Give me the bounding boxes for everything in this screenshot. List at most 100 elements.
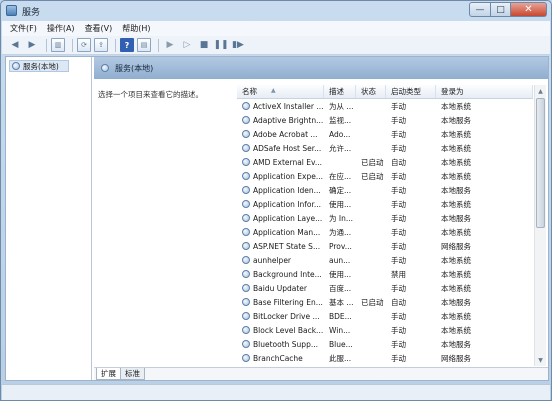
restart-service-icon[interactable]: ▮▶ bbox=[231, 38, 245, 52]
view-tabs: 扩展 标准 bbox=[94, 367, 548, 380]
service-startup-type: 手动 bbox=[391, 115, 406, 125]
properties-icon[interactable]: ▤ bbox=[137, 38, 151, 52]
service-description-cell: Prov... bbox=[329, 241, 352, 251]
stop-service-icon[interactable]: ■ bbox=[197, 38, 211, 52]
service-startup-type: 手动 bbox=[391, 353, 406, 363]
service-description-cell: 此服... bbox=[329, 353, 352, 363]
service-startup-type: 自动 bbox=[391, 297, 406, 307]
table-row[interactable]: aunhelper aun... 手动 本地系统 bbox=[237, 253, 533, 267]
table-row[interactable]: Adaptive Brightn... 监视... 手动 本地服务 bbox=[237, 113, 533, 127]
service-log-on-as: 本地系统 bbox=[441, 101, 471, 111]
service-name: Bluetooth Supp... bbox=[237, 340, 324, 349]
table-body: ActiveX Installer ... 为从 ... 手动 本地系统 Adaptiv… bbox=[237, 99, 533, 365]
service-description-cell: 为从 ... bbox=[329, 101, 354, 111]
table-row[interactable]: ActiveX Installer ... 为从 ... 手动 本地系统 bbox=[237, 99, 533, 113]
table-row[interactable]: Base Filtering En... 基本 ... 已启动 自动 本地服务 bbox=[237, 295, 533, 309]
service-log-on-as: 本地服务 bbox=[441, 339, 471, 349]
sort-ascending-icon: ▲ bbox=[271, 87, 276, 94]
menu-file[interactable]: 文件(F) bbox=[10, 23, 37, 34]
service-log-on-as: 本地系统 bbox=[441, 143, 471, 153]
service-description-cell: 监视... bbox=[329, 115, 352, 125]
service-description-cell: 基本 ... bbox=[329, 297, 354, 307]
close-button[interactable]: ✕ bbox=[511, 2, 547, 17]
service-startup-type: 手动 bbox=[391, 311, 406, 321]
table-row[interactable]: Application Man... 为通... 手动 本地系统 bbox=[237, 225, 533, 239]
service-description-cell: 允许... bbox=[329, 143, 352, 153]
tree-node-services-local[interactable]: 服务(本地) bbox=[9, 60, 69, 72]
toolbar-separator bbox=[46, 38, 47, 52]
column-header-startup-type[interactable]: 启动类型 bbox=[386, 85, 436, 98]
maximize-button[interactable]: □ bbox=[491, 2, 511, 17]
start-service-icon[interactable]: ▶ bbox=[163, 38, 177, 52]
service-log-on-as: 本地服务 bbox=[441, 213, 471, 223]
menu-view[interactable]: 查看(V) bbox=[85, 23, 113, 34]
table-row[interactable]: BitLocker Drive ... BDE... 手动 本地系统 bbox=[237, 309, 533, 323]
column-header-status[interactable]: 状态 bbox=[356, 85, 386, 98]
table-row[interactable]: Application Infor... 使用... 手动 本地系统 bbox=[237, 197, 533, 211]
table-row[interactable]: Bluetooth Supp... Blue... 手动 本地服务 bbox=[237, 337, 533, 351]
service-gear-icon bbox=[242, 256, 250, 264]
service-startup-type: 手动 bbox=[391, 213, 406, 223]
table-row[interactable]: Background Inte... 使用... 禁用 本地系统 bbox=[237, 267, 533, 281]
vertical-scrollbar[interactable]: ▲ ▼ bbox=[534, 85, 546, 366]
column-header-log-on-as[interactable]: 登录为 bbox=[436, 85, 533, 98]
service-gear-icon bbox=[242, 144, 250, 152]
service-gear-icon bbox=[242, 116, 250, 124]
service-description-cell: Blue... bbox=[329, 339, 353, 349]
service-gear-icon bbox=[242, 186, 250, 194]
service-gear-icon bbox=[242, 172, 250, 180]
service-startup-type: 手动 bbox=[391, 255, 406, 265]
table-row[interactable]: Adobe Acrobat ... Ado... 手动 本地系统 bbox=[237, 127, 533, 141]
status-bar bbox=[2, 384, 550, 400]
service-name: Background Inte... bbox=[237, 270, 324, 279]
service-gear-icon bbox=[242, 228, 250, 236]
service-status: 已启动 bbox=[361, 157, 384, 167]
table-row[interactable]: BranchCache 此服... 手动 网络服务 bbox=[237, 351, 533, 365]
services-app-icon bbox=[6, 5, 17, 16]
show-hide-console-tree-icon[interactable]: ▥ bbox=[51, 38, 65, 52]
service-name: Base Filtering En... bbox=[237, 298, 324, 307]
service-name: AMD External Ev... bbox=[237, 158, 324, 167]
start-service-alt-icon[interactable]: ▷ bbox=[180, 38, 194, 52]
scroll-up-icon[interactable]: ▲ bbox=[535, 85, 546, 97]
service-log-on-as: 本地系统 bbox=[441, 255, 471, 265]
back-arrow-icon[interactable]: ◀ bbox=[8, 38, 22, 52]
service-log-on-as: 本地系统 bbox=[441, 311, 471, 321]
pause-service-icon[interactable]: ❚❚ bbox=[213, 38, 228, 52]
service-name: Application Infor... bbox=[237, 200, 324, 209]
service-description-cell: 为通... bbox=[329, 227, 352, 237]
panel-header-title: 服务(本地) bbox=[115, 63, 154, 73]
service-description-cell: 使用... bbox=[329, 199, 352, 209]
column-header-name[interactable]: 名称 ▲ bbox=[237, 85, 324, 98]
maximize-icon: □ bbox=[496, 4, 505, 15]
table-row[interactable]: Baidu Updater 百度... 手动 本地系统 bbox=[237, 281, 533, 295]
service-description-cell: 确定... bbox=[329, 185, 352, 195]
table-header: 名称 ▲ 描述 状态 启动类型 登录为 bbox=[237, 85, 533, 99]
tab-standard[interactable]: 标准 bbox=[120, 368, 145, 380]
table-row[interactable]: Application Iden... 确定... 手动 本地服务 bbox=[237, 183, 533, 197]
table-row[interactable]: ASP.NET State S... Prov... 手动 网络服务 bbox=[237, 239, 533, 253]
forward-arrow-icon[interactable]: ▶ bbox=[25, 38, 39, 52]
close-icon: ✕ bbox=[524, 4, 533, 15]
column-header-description[interactable]: 描述 bbox=[324, 85, 356, 98]
refresh-icon[interactable]: ⟳ bbox=[77, 38, 91, 52]
service-startup-type: 手动 bbox=[391, 283, 406, 293]
service-log-on-as: 本地服务 bbox=[441, 297, 471, 307]
service-gear-icon bbox=[242, 284, 250, 292]
table-row[interactable]: Block Level Back... Win... 手动 本地系统 bbox=[237, 323, 533, 337]
scrollbar-thumb[interactable] bbox=[536, 98, 545, 228]
menu-action[interactable]: 操作(A) bbox=[47, 23, 75, 34]
tab-extended[interactable]: 扩展 bbox=[96, 368, 121, 380]
help-icon[interactable]: ? bbox=[120, 38, 134, 52]
menu-help[interactable]: 帮助(H) bbox=[122, 23, 150, 34]
minimize-button[interactable]: — bbox=[469, 2, 491, 17]
table-row[interactable]: AMD External Ev... 已启动 自动 本地系统 bbox=[237, 155, 533, 169]
table-row[interactable]: Application Expe... 在应... 已启动 手动 本地系统 bbox=[237, 169, 533, 183]
service-gear-icon bbox=[242, 270, 250, 278]
service-log-on-as: 网络服务 bbox=[441, 353, 471, 363]
scroll-down-icon[interactable]: ▼ bbox=[535, 354, 546, 366]
service-name: ADSafe Host Ser... bbox=[237, 144, 324, 153]
export-list-icon[interactable]: ⇪ bbox=[94, 38, 108, 52]
table-row[interactable]: ADSafe Host Ser... 允许... 手动 本地系统 bbox=[237, 141, 533, 155]
table-row[interactable]: Application Laye... 为 In... 手动 本地服务 bbox=[237, 211, 533, 225]
